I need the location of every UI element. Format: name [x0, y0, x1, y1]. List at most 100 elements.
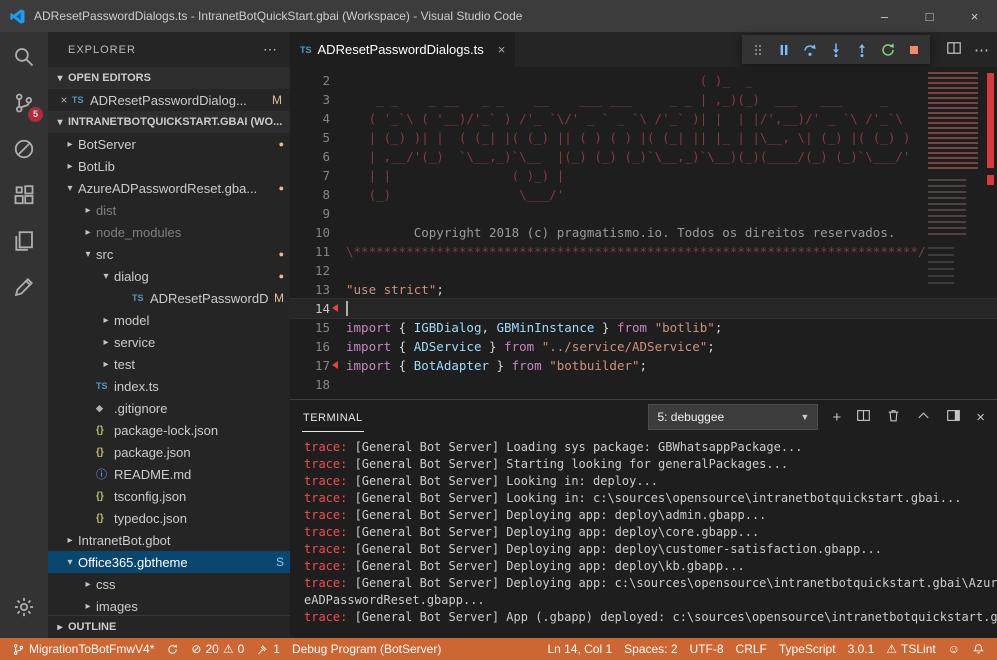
tasks-item[interactable]: 1 — [250, 638, 286, 660]
close-button[interactable]: × — [952, 0, 997, 32]
tree-item[interactable]: ▸css — [48, 573, 290, 595]
git-branch-item[interactable]: MigrationToBotFmwV4* — [6, 638, 160, 660]
feedback-item[interactable]: ☺ — [942, 638, 966, 660]
open-editor-item[interactable]: × TS ADResetPasswordDialog... M — [48, 89, 290, 111]
edit-button[interactable] — [0, 264, 48, 310]
maximize-button[interactable]: □ — [907, 0, 952, 32]
tree-item[interactable]: ▸test — [48, 353, 290, 375]
tree-item[interactable]: ▸BotServer● — [48, 133, 290, 155]
search-button[interactable] — [0, 34, 48, 80]
code-line: 9 — [290, 204, 997, 223]
git-gutter-mark — [330, 375, 346, 394]
indentation-item[interactable]: Spaces: 2 — [618, 638, 683, 660]
restart-button[interactable] — [875, 37, 901, 63]
tree-item[interactable]: ⓘREADME.md — [48, 463, 290, 485]
step-over-button[interactable] — [797, 37, 823, 63]
workspace-header[interactable]: ▾ INTRANETBOTQUICKSTART.GBAI (WO... — [48, 111, 290, 133]
extensions-icon — [13, 184, 35, 206]
chevron-right-icon: ▸ — [80, 579, 96, 590]
tree-item[interactable]: ▾Office365.gbthemeS — [48, 551, 290, 573]
tree-item[interactable]: ▸dist — [48, 199, 290, 221]
cursor-position: Ln 14, Col 1 — [547, 642, 612, 656]
step-out-button[interactable] — [849, 37, 875, 63]
indentation: Spaces: 2 — [624, 642, 677, 656]
tree-item[interactable]: ▾dialog● — [48, 265, 290, 287]
outline-header[interactable]: ▸ OUTLINE — [48, 615, 290, 638]
code-token — [534, 339, 542, 354]
minimize-button[interactable]: – — [862, 0, 907, 32]
close-icon[interactable]: × — [498, 42, 506, 57]
tree-item[interactable]: ▸IntranetBot.gbot — [48, 529, 290, 551]
pause-button[interactable] — [771, 37, 797, 63]
debug-button[interactable] — [0, 126, 48, 172]
new-terminal-button[interactable]: + — [832, 409, 841, 426]
tree-item-label: ADResetPasswordDial... — [150, 291, 269, 306]
trace-label: trace: — [304, 576, 347, 590]
code-token: IGBDialog — [414, 320, 482, 335]
tree-item[interactable]: ▸service — [48, 331, 290, 353]
tree-item[interactable]: {}package-lock.json — [48, 419, 290, 441]
code-line: 17import { BotAdapter } from "botbuilder… — [290, 356, 997, 375]
tree-item[interactable]: ▸BotLib — [48, 155, 290, 177]
more-actions-button[interactable]: ⋯ — [974, 41, 989, 59]
close-icon[interactable]: × — [56, 93, 72, 107]
sync-button[interactable] — [160, 638, 185, 660]
modified-dot-icon: ● — [279, 183, 284, 193]
split-terminal-button[interactable] — [856, 408, 871, 427]
maximize-panel-button[interactable] — [916, 408, 931, 427]
close-panel-button[interactable]: × — [976, 409, 985, 426]
tslint-item[interactable]: ⚠ TSLint — [880, 638, 941, 660]
ts-version-item[interactable]: 3.0.1 — [842, 638, 881, 660]
tree-item[interactable]: TSADResetPasswordDial...M — [48, 287, 290, 309]
encoding-item[interactable]: UTF-8 — [684, 638, 730, 660]
tree-item[interactable]: ▸model — [48, 309, 290, 331]
terminal-text: [General Bot Server] Deploying app: c:\s… — [347, 576, 997, 590]
line-number: 7 — [290, 166, 330, 185]
tree-item[interactable]: ▸node_modules — [48, 221, 290, 243]
tree-item[interactable]: ◆.gitignore — [48, 397, 290, 419]
more-actions-icon[interactable]: ⋯ — [263, 41, 278, 58]
code-area[interactable]: 2 ( )_ _3 _ _ _ __ _ _ __ ___ ___ _ _ | … — [290, 67, 997, 399]
terminal-line: trace: [General Bot Server] Deploying ap… — [304, 541, 997, 558]
tree-item[interactable]: ▸images — [48, 595, 290, 615]
tool-icon — [256, 643, 269, 656]
cursor-position-item[interactable]: Ln 14, Col 1 — [541, 638, 618, 660]
kill-terminal-button[interactable] — [886, 408, 901, 427]
code-token: | (_) )| | ( (_| |( (_) || ( ) ( ) |( (_… — [346, 130, 910, 145]
eol-item[interactable]: CRLF — [730, 638, 773, 660]
problems-item[interactable]: ⊘ 20 ⚠ 0 — [185, 638, 250, 660]
minimap[interactable] — [925, 67, 983, 399]
step-into-button[interactable] — [823, 37, 849, 63]
code-text — [346, 375, 997, 394]
explorer-button[interactable] — [0, 218, 48, 264]
drag-handle[interactable] — [745, 37, 771, 63]
activity-bar: 5 — [0, 32, 48, 638]
split-editor-button[interactable] — [946, 40, 962, 60]
git-gutter-mark — [330, 128, 346, 147]
tab-adresetpassworddialogs[interactable]: TS ADResetPasswordDialogs.ts × — [290, 32, 515, 67]
tree-item[interactable]: {}package.json — [48, 441, 290, 463]
source-control-button[interactable]: 5 — [0, 80, 48, 126]
move-panel-button[interactable] — [946, 408, 961, 427]
tree-item[interactable]: {}tsconfig.json — [48, 485, 290, 507]
tree-item[interactable]: ▾AzureADPasswordReset.gba...● — [48, 177, 290, 199]
terminal-selector[interactable]: 5: debuggee ▼ — [648, 404, 818, 430]
open-editors-header[interactable]: ▾ OPEN EDITORS — [48, 67, 290, 89]
trace-label: trace: — [304, 542, 347, 556]
tree-item[interactable]: ▾src● — [48, 243, 290, 265]
debug-target-item[interactable]: Debug Program (BotServer) — [286, 638, 447, 660]
editor[interactable]: 2 ( )_ _3 _ _ _ __ _ _ __ ___ ___ _ _ | … — [290, 67, 997, 399]
language-item[interactable]: TypeScript — [773, 638, 842, 660]
code-token: , — [481, 320, 496, 335]
code-token: ; — [715, 320, 723, 335]
extensions-button[interactable] — [0, 172, 48, 218]
stop-button[interactable] — [901, 37, 927, 63]
terminal-output[interactable]: trace: [General Bot Server] Loading sys … — [290, 434, 997, 638]
settings-button[interactable] — [0, 584, 48, 630]
tree-item[interactable]: {}typedoc.json — [48, 507, 290, 529]
tab-terminal[interactable]: TERMINAL — [302, 403, 364, 432]
notifications-item[interactable] — [966, 638, 991, 660]
chevron-right-icon: ▸ — [98, 315, 114, 326]
code-token: "botbuilder" — [549, 358, 639, 373]
tree-item[interactable]: TSindex.ts — [48, 375, 290, 397]
